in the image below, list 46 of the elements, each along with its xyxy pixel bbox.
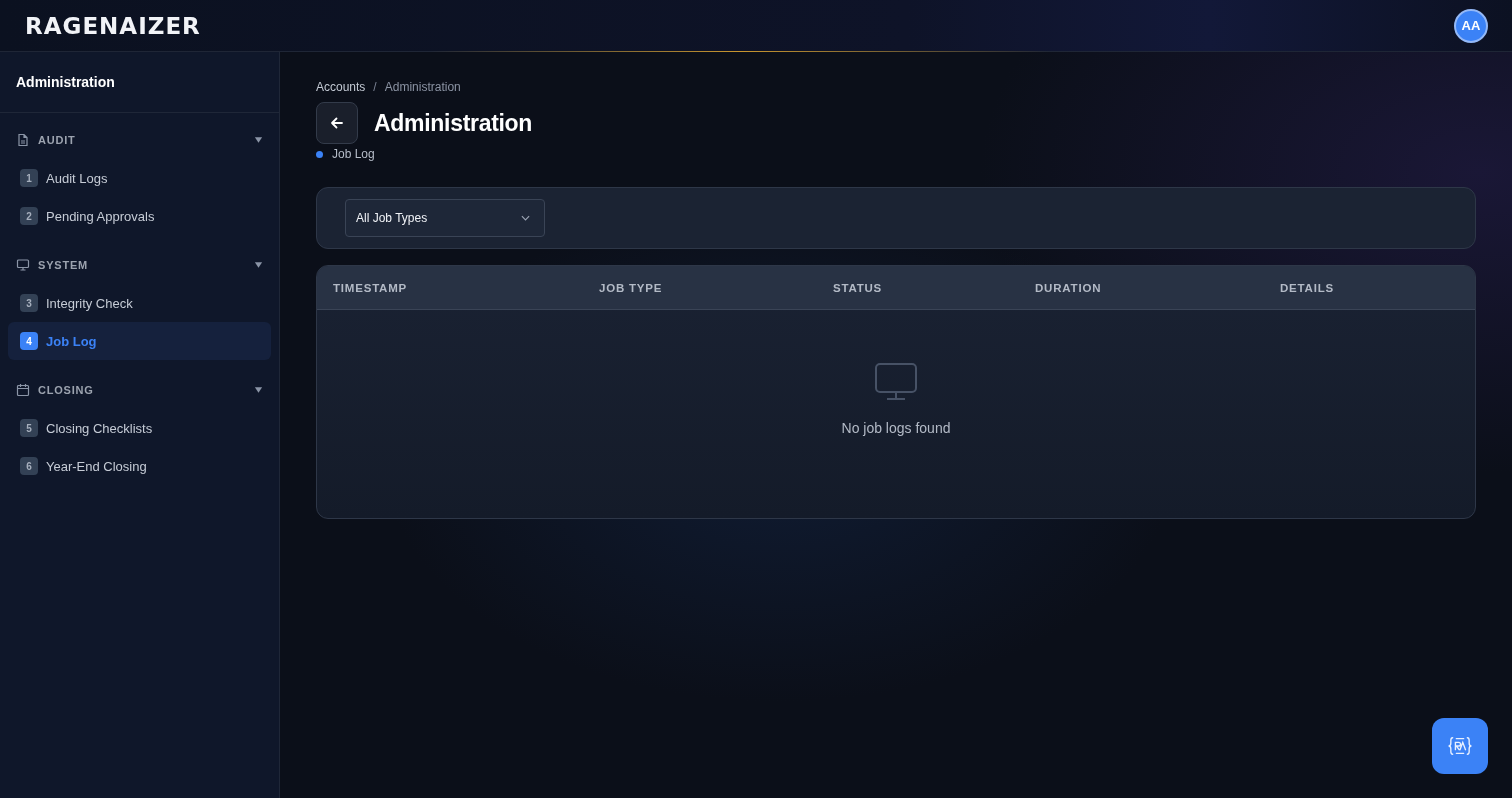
column-header: DURATION (1035, 281, 1103, 294)
empty-message: No job logs found (841, 420, 951, 436)
column-header: TIMESTAMP (333, 281, 409, 294)
number-badge: 6 (20, 457, 38, 475)
page-title: Administration (374, 109, 533, 137)
section-header[interactable]: SYSTEM (8, 246, 271, 284)
column-header: JOB TYPE (599, 281, 664, 294)
status-dot (316, 150, 323, 158)
back-arrow-icon (329, 115, 345, 131)
section-header[interactable]: AUDIT (8, 121, 271, 159)
nav-item[interactable]: 4 Job Log (8, 322, 271, 360)
document-icon (16, 133, 30, 147)
column-header: DETAILS (1280, 281, 1335, 294)
avatar[interactable]: AA (1454, 8, 1488, 43)
sidebar-title: Administration (0, 52, 279, 113)
section-header[interactable]: CLOSING (8, 371, 271, 409)
nav-item[interactable]: 5 Closing Checklists (8, 409, 271, 447)
caret-icon[interactable] (254, 136, 263, 144)
number-badge: 1 (20, 169, 38, 187)
logo[interactable]: RAGENAIZER (25, 12, 201, 39)
breadcrumb-link[interactable]: Administration (384, 80, 461, 94)
nav-item[interactable]: 6 Year-End Closing (8, 447, 271, 485)
breadcrumb-separator: / (373, 80, 377, 94)
monitor-icon (16, 258, 30, 272)
nav-item[interactable]: 1 Audit Logs (8, 159, 271, 197)
calendar-icon (16, 383, 30, 397)
section-label: CLOSING (38, 384, 95, 396)
job-type-dropdown[interactable]: All Job Types (345, 199, 545, 237)
caret-icon[interactable] (254, 261, 263, 269)
chevron-down-icon (521, 215, 530, 221)
breadcrumb-link[interactable]: Accounts (316, 80, 366, 94)
braces-logo-icon (1447, 735, 1473, 757)
number-badge: 3 (20, 294, 38, 312)
section-label: SYSTEM (38, 259, 90, 271)
caret-icon[interactable] (254, 386, 263, 394)
section-label: AUDIT (38, 134, 77, 146)
number-badge: 5 (20, 419, 38, 437)
monitor-icon (874, 362, 918, 402)
back-button[interactable] (316, 102, 358, 144)
number-badge: 2 (20, 207, 38, 225)
number-badge: 4 (20, 332, 38, 350)
page-subtitle: Job Log (332, 147, 375, 161)
nav-item[interactable]: 3 Integrity Check (8, 284, 271, 322)
column-header: STATUS (833, 281, 884, 294)
assistant-button[interactable] (1432, 718, 1488, 774)
nav-item[interactable]: 2 Pending Approvals (8, 197, 271, 235)
